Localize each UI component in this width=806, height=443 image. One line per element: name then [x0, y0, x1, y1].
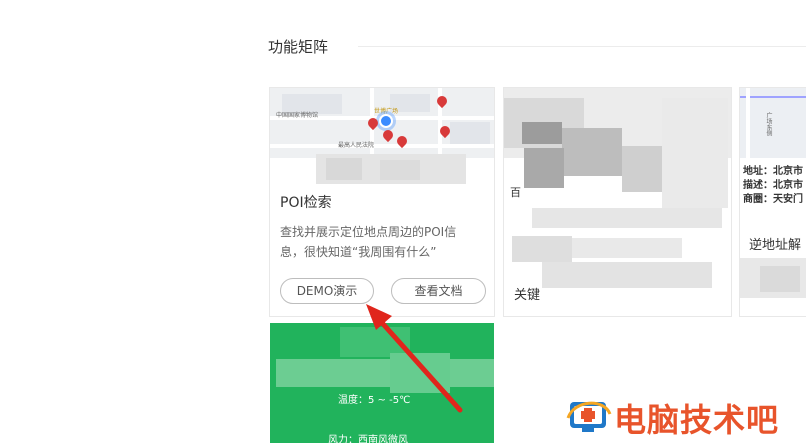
annotation-arrow	[366, 304, 463, 413]
watermark: 电脑技术吧	[566, 394, 806, 439]
watermark-text: 电脑技术吧	[614, 401, 780, 439]
watermark-logo-icon	[566, 401, 612, 432]
